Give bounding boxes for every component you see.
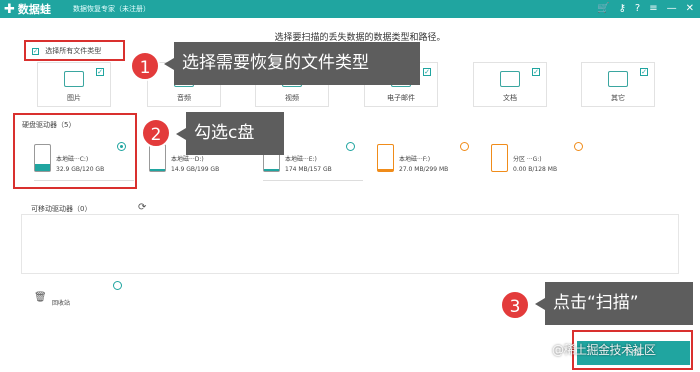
drive-size: 32.9 GB/120 GB [56,166,105,173]
drive-usage-fill [150,168,165,171]
type-label: 文档 [503,94,517,102]
drive-usage-fill [378,168,393,171]
app-subtitle: 数据恢复专家（未注册） [73,5,150,13]
watermark: @稀土掘金技术社区 [552,343,656,357]
drive-size: 27.0 MB/299 MB [399,166,449,173]
type-label: 电子邮件 [387,94,415,102]
drive-size: 14.9 GB/199 GB [171,166,220,173]
drive-icon [34,144,51,172]
drive-radio[interactable] [346,142,355,151]
drive-divider [34,180,134,181]
drive-size: 0.00 B/128 MB [513,166,558,173]
drive-icon [491,144,508,172]
hard-drives-title: 硬盘驱动器（5） [22,121,76,129]
refresh-icon[interactable]: ⟳ [138,202,146,213]
recycle-bin-label: 回收站 [52,300,71,307]
removable-drives-panel [21,214,679,274]
drive-name: 本地磁···E:) [285,156,317,163]
type-label: 视频 [285,94,299,102]
drive-divider [263,180,363,181]
menu-icon[interactable]: ≡ [649,1,657,17]
app-logo: ✚ 数据蛙 [4,1,51,17]
close-icon[interactable]: ✕ [686,1,694,17]
drive-c[interactable]: 本地磁···C:) 32.9 GB/120 GB [34,142,134,182]
title-bar: ✚ 数据蛙 数据恢复专家（未注册） 🛒 ⚷ ? ≡ — ✕ [0,0,700,18]
type-label: 其它 [611,94,625,102]
minimize-icon[interactable]: — [667,1,677,17]
trash-icon: 🗑 [34,292,47,303]
select-all-label: 选择所有文件类型 [45,47,102,55]
drive-icon [149,144,166,172]
drive-name: 本地磁···C:) [56,156,89,163]
checkbox-icon[interactable]: ✓ [640,68,648,76]
checkbox-icon[interactable]: ✓ [96,68,104,76]
type-card-other[interactable]: ✓ 其它 [581,62,655,107]
annotation-callout-1: 选择需要恢复的文件类型 [164,42,420,85]
window-controls: 🛒 ⚷ ? ≡ — ✕ [597,1,694,17]
drive-radio[interactable] [117,142,126,151]
drive-name: 本地磁···D:) [171,156,204,163]
checkbox-icon[interactable]: ✓ [532,68,540,76]
other-icon [608,71,628,87]
annotation-badge-3: 3 [500,290,530,320]
type-card-image[interactable]: ✓ 图片 [37,62,111,107]
image-icon [64,71,84,87]
checkbox-icon[interactable]: ✓ [423,68,431,76]
drive-name: 分区 ···G:) [513,156,542,163]
select-all-checkbox[interactable]: ✓ 选择所有文件类型 [24,40,125,61]
drive-name: 本地磁···F:) [399,156,431,163]
help-icon[interactable]: ? [635,1,640,17]
type-label: 图片 [67,94,81,102]
drive-icon [377,144,394,172]
checkbox-icon: ✓ [32,47,39,55]
removable-drives-title: 可移动驱动器（0） [31,205,92,213]
frog-logo-icon: ✚ [4,1,15,17]
key-icon[interactable]: ⚷ [619,1,626,17]
drive-radio[interactable] [460,142,469,151]
type-card-document[interactable]: ✓ 文档 [473,62,547,107]
drive-f[interactable]: 本地磁···F:) 27.0 MB/299 MB [377,142,477,182]
drive-g[interactable]: 分区 ···G:) 0.00 B/128 MB [491,142,591,182]
drive-usage-fill [264,168,279,171]
annotation-badge-1: 1 [130,51,160,81]
drive-usage-fill [35,163,50,171]
app-name: 数据蛙 [17,3,51,16]
cart-icon[interactable]: 🛒 [597,1,609,17]
annotation-badge-2: 2 [141,118,171,148]
annotation-callout-3: 点击“扫描” [535,282,693,325]
annotation-callout-2: 勾选c盘 [176,112,284,155]
drive-size: 174 MB/157 GB [285,166,332,173]
drive-radio[interactable] [574,142,583,151]
recycle-bin-radio[interactable] [113,281,122,290]
document-icon [500,71,520,87]
type-label: 音频 [177,94,191,102]
